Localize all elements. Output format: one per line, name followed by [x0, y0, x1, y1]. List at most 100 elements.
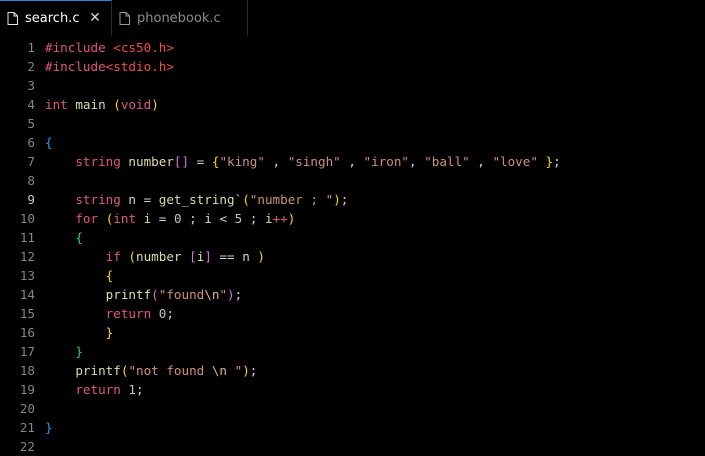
code-token: get_string [158, 192, 235, 207]
tab-label: search.c [25, 11, 80, 26]
code-token: \n [211, 363, 228, 378]
code-line[interactable]: 6{ [0, 133, 705, 152]
code-token: main [75, 97, 106, 112]
close-icon[interactable]: ✕ [87, 10, 103, 26]
line-number: 17 [19, 344, 35, 359]
tab-search-c[interactable]: search.c ✕ [0, 0, 112, 36]
code-token: #include [45, 40, 114, 55]
code-token: = [151, 211, 174, 226]
code-line[interactable]: 7 string number[] = {"king" , "singh" , … [0, 152, 705, 171]
line-number: 4 [27, 97, 35, 112]
code-token: } [75, 344, 83, 359]
code-token: return [75, 382, 129, 397]
line-number: 14 [19, 287, 35, 302]
code-line[interactable]: 21} [0, 418, 705, 437]
code-token: ++ [272, 211, 288, 226]
code-token: #include [45, 59, 106, 74]
line-number: 7 [27, 154, 35, 169]
code-token: "love" [492, 154, 538, 169]
code-token: ; [242, 211, 265, 226]
code-token: ( [242, 192, 250, 207]
line-number: 12 [19, 249, 35, 264]
code-token: " [219, 287, 228, 302]
code-text: printf("not found \n "); [45, 361, 257, 380]
code-token: "not found [128, 363, 212, 378]
code-text: for (int i = 0 ; i < 5 ; i++) [45, 209, 295, 228]
code-line[interactable]: 10 for (int i = 0 ; i < 5 ; i++) [0, 209, 705, 228]
code-token: "singh" [287, 154, 341, 169]
code-line[interactable]: 14 printf("found\n"); [0, 285, 705, 304]
code-line[interactable]: 18 printf("not found \n "); [0, 361, 705, 380]
code-token: ; [136, 382, 144, 397]
code-line[interactable]: 17 } [0, 342, 705, 361]
code-token: ( [113, 97, 121, 112]
code-line[interactable]: 4 int main (void) [0, 95, 705, 114]
code-token: int [113, 211, 144, 226]
line-number: 6 [27, 135, 35, 150]
code-token: ; [181, 211, 205, 226]
code-token: , [409, 154, 425, 169]
code-token: ] [204, 249, 212, 264]
code-line[interactable]: 11 { [0, 228, 705, 247]
code-token: return [105, 306, 159, 321]
code-token: <stdio.h> [105, 59, 174, 74]
code-line[interactable]: 22 [0, 437, 705, 456]
code-token: [] [173, 154, 190, 169]
code-token: <cs50.h> [113, 40, 174, 55]
code-text: string number[] = {"king" , "singh" , "i… [45, 152, 560, 171]
code-text: printf("found\n"); [45, 285, 243, 304]
code-token: [ [189, 249, 197, 264]
code-token: if [105, 249, 129, 264]
code-line[interactable]: 19 return 1; [0, 380, 705, 399]
code-token: i [265, 211, 273, 226]
code-editor[interactable]: 1 #include <cs50.h> 2 #include<stdio.h> 3 4 in… [0, 36, 705, 454]
code-token: ; [340, 192, 349, 207]
line-number: 21 [19, 420, 35, 435]
code-line[interactable]: 16 } [0, 323, 705, 342]
line-number: 2 [27, 59, 35, 74]
code-token: n [128, 192, 137, 207]
code-line[interactable]: 9 string n = get_string`("number ; "); [0, 190, 705, 209]
code-line[interactable]: 12 if (number [i] == n ) [0, 247, 705, 266]
code-line[interactable]: 15 return 0; [0, 304, 705, 323]
tab-phonebook-c[interactable]: phonebook.c [112, 0, 248, 36]
code-text: { [45, 266, 114, 285]
code-token: "king" [219, 154, 265, 169]
code-token: n [242, 249, 250, 264]
line-number: 16 [19, 325, 35, 340]
code-token: void [120, 97, 152, 112]
code-token: "found [158, 287, 205, 302]
code-line[interactable]: 13 { [0, 266, 705, 285]
code-token: { [105, 268, 114, 283]
code-line[interactable]: 3 [0, 76, 705, 95]
code-text: } [45, 323, 114, 342]
code-token: \n [204, 287, 220, 302]
code-token: i [204, 211, 212, 226]
code-token: ) [151, 97, 159, 112]
line-number: 10 [19, 211, 35, 226]
code-line[interactable]: 5 [0, 114, 705, 133]
code-text: return 0; [45, 304, 174, 323]
line-number: 9 [27, 192, 35, 207]
code-token: == [211, 249, 243, 264]
code-line[interactable]: 1 #include <cs50.h> [0, 38, 705, 57]
file-icon [119, 11, 130, 25]
code-token: ) [242, 363, 250, 378]
code-line[interactable]: 20 [0, 399, 705, 418]
code-line[interactable]: 2 #include<stdio.h> [0, 57, 705, 76]
code-line[interactable]: 8 [0, 171, 705, 190]
code-token: string [75, 192, 129, 207]
code-token: , [340, 154, 364, 169]
code-token: } [45, 420, 53, 435]
editor-tab-bar: search.c ✕ phonebook.c [0, 0, 705, 37]
line-number: 11 [19, 230, 35, 245]
